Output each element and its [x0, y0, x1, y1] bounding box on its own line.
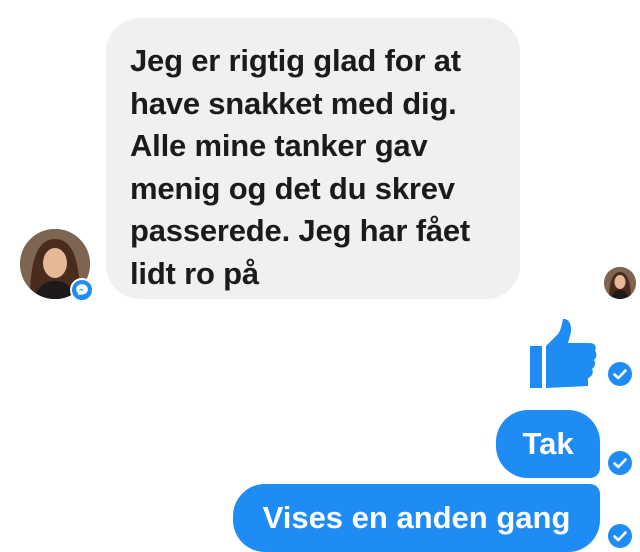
outgoing-message-bubble[interactable]: Tak — [496, 410, 600, 478]
seen-avatar — [604, 267, 636, 299]
delivered-check-icon — [608, 362, 632, 386]
delivered-check-icon — [608, 524, 632, 548]
message-text: Vises en anden gang — [262, 500, 571, 535]
message-text: Tak — [522, 426, 574, 461]
outgoing-message-bubble[interactable]: Vises en anden gang — [233, 484, 600, 552]
message-line: lidt ro på — [130, 255, 259, 291]
messenger-icon — [70, 278, 94, 302]
incoming-message-bubble[interactable]: Jeg er rigtig glad for at have snakket m… — [106, 18, 520, 299]
message-line: menig og det du skrev — [130, 170, 455, 206]
delivered-check-icon — [608, 451, 632, 475]
thumbs-up-icon[interactable] — [528, 316, 598, 390]
message-line: Alle mine tanker gav — [130, 128, 428, 163]
message-line: passerede. Jeg har fået — [130, 213, 471, 248]
message-line: have snakket med dig. — [130, 85, 457, 121]
message-line: Jeg er rigtig glad for at — [130, 43, 461, 78]
